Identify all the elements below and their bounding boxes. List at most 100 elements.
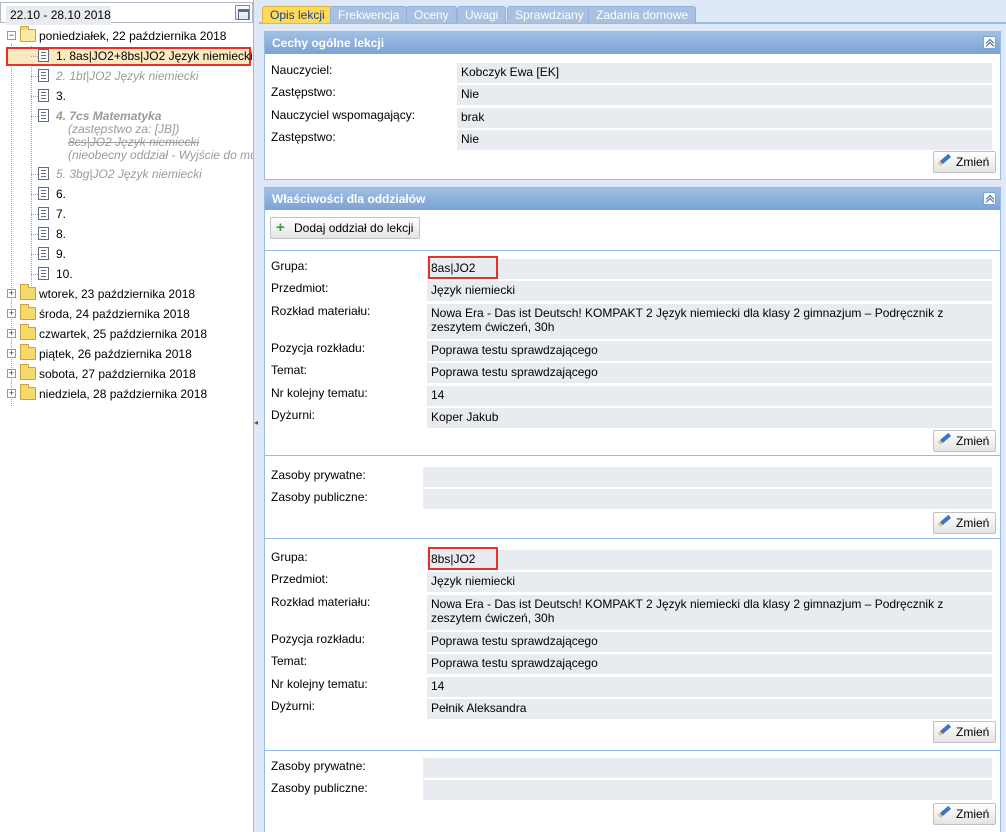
- expand-icon[interactable]: +: [7, 289, 16, 298]
- tree-connector: [31, 56, 38, 57]
- tree-day-friday[interactable]: + piątek, 26 października 2018: [0, 344, 253, 364]
- document-icon: [38, 109, 49, 122]
- collapse-icon[interactable]: −: [7, 31, 16, 40]
- field-label: Temat:: [271, 363, 308, 377]
- subject-value: Język niemiecki: [427, 281, 992, 301]
- document-icon: [38, 49, 49, 62]
- document-icon: [38, 89, 49, 102]
- calendar-icon[interactable]: [235, 5, 250, 20]
- expand-icon[interactable]: +: [7, 309, 16, 318]
- tree-connector: [31, 214, 38, 215]
- tree-lesson-label: 5. 3bg|JO2 Język niemiecki: [56, 167, 202, 181]
- field-label: Pozycja rozkładu:: [271, 632, 366, 646]
- tree-day-monday[interactable]: − poniedziałek, 22 października 2018: [0, 26, 253, 46]
- tree-day-label: poniedziałek, 22 października 2018: [39, 29, 227, 43]
- tree-connector: [31, 76, 38, 77]
- expand-icon[interactable]: +: [7, 349, 16, 358]
- tree-lesson-8[interactable]: 8.: [0, 224, 253, 244]
- duty-students-value: Koper Jakub: [427, 408, 992, 428]
- tab-bar: Opis lekcji Frekwencja Oceny Uwagi Spraw…: [259, 0, 1006, 24]
- divisions-panel: Właściwości dla oddziałów + Dodaj oddzia…: [264, 187, 1001, 832]
- tab-oceny[interactable]: Oceny: [406, 6, 457, 23]
- edit-button-label: Zmień: [956, 155, 990, 169]
- tree-day-wednesday[interactable]: + środa, 24 października 2018: [0, 304, 253, 324]
- pencil-icon: [940, 514, 951, 526]
- tree-day-tuesday[interactable]: + wtorek, 23 października 2018: [0, 284, 253, 304]
- assistant-teacher-value: brak: [457, 108, 992, 128]
- edit-button[interactable]: Zmień: [933, 430, 997, 452]
- folder-icon: [20, 364, 36, 380]
- document-icon: [38, 69, 49, 82]
- edit-button[interactable]: Zmień: [933, 721, 997, 743]
- curriculum-value: Nowa Era - Das ist Deutsch! KOMPAKT 2 Ję…: [427, 595, 992, 630]
- subject-value: Język niemiecki: [427, 572, 992, 592]
- tree-lesson-2[interactable]: 2. 1bt|JO2 Język niemiecki: [0, 66, 253, 86]
- tab-uwagi[interactable]: Uwagi: [457, 6, 507, 23]
- absence-note: (nieobecny oddział - Wyjście do muze: [68, 148, 254, 162]
- edit-button[interactable]: Zmień: [933, 151, 997, 173]
- folder-icon: [20, 384, 36, 400]
- tree-day-label: piątek, 26 października 2018: [39, 347, 192, 361]
- tab-frekwencja[interactable]: Frekwencja: [330, 6, 408, 23]
- tree-day-saturday[interactable]: + sobota, 27 października 2018: [0, 364, 253, 384]
- field-label: Nr kolejny tematu:: [271, 386, 368, 400]
- tab-zadania-domowe[interactable]: Zadania domowe: [588, 6, 697, 23]
- folder-open-icon: [20, 26, 36, 42]
- folder-icon: [20, 344, 36, 360]
- tree-connector: [31, 194, 38, 195]
- divider: [265, 250, 1000, 251]
- document-icon: [38, 267, 49, 280]
- group-highlight: [428, 547, 498, 570]
- field-label: Dyżurni:: [271, 408, 316, 422]
- collapse-panel-icon[interactable]: [983, 192, 996, 205]
- add-division-button[interactable]: + Dodaj oddział do lekcji: [270, 217, 421, 239]
- tab-opis-lekcji[interactable]: Opis lekcji: [262, 6, 333, 23]
- document-icon: [38, 247, 49, 260]
- tree-lesson-6[interactable]: 6.: [0, 184, 253, 204]
- field-label: Zasoby publiczne:: [271, 781, 368, 795]
- tree-lesson-4[interactable]: 4. 7cs Matematyka (zastępstwo za: [JB]) …: [0, 106, 253, 164]
- curriculum-value: Nowa Era - Das ist Deutsch! KOMPAKT 2 Ję…: [427, 304, 992, 339]
- tree-lesson-1[interactable]: 1. 8as|JO2+8bs|JO2 Język niemiecki: [0, 46, 253, 66]
- public-resources-value: [423, 489, 992, 509]
- curriculum-position-value: Poprawa testu sprawdzającego: [427, 632, 992, 652]
- tree-lesson-7[interactable]: 7.: [0, 204, 253, 224]
- field-label: Grupa:: [271, 550, 308, 564]
- date-range-field[interactable]: 22.10 - 28.10 2018: [0, 2, 253, 25]
- divider: [265, 538, 1000, 539]
- edit-button[interactable]: Zmień: [933, 512, 997, 534]
- tree-lesson-label: 2. 1bt|JO2 Język niemiecki: [56, 69, 199, 83]
- edit-button[interactable]: Zmień: [933, 803, 997, 825]
- tree-lesson-label: 7.: [56, 207, 67, 221]
- topic-number-value: 14: [427, 386, 992, 406]
- topic-value: Poprawa testu sprawdzającego: [427, 654, 992, 674]
- tree-connector: [31, 274, 38, 275]
- tree-lesson-3[interactable]: 3.: [0, 86, 253, 106]
- substitution-note: (zastępstwo za: [JB]): [68, 122, 180, 136]
- tree-lesson-label: 9.: [56, 247, 67, 261]
- tree-lesson-label: 6.: [56, 187, 67, 201]
- tree-lesson-10[interactable]: 10.: [0, 264, 253, 284]
- tree-lesson-9[interactable]: 9.: [0, 244, 253, 264]
- pencil-icon: [940, 153, 951, 165]
- group-highlight: [428, 256, 498, 279]
- tree-day-label: sobota, 27 października 2018: [39, 367, 196, 381]
- expand-icon[interactable]: +: [7, 369, 16, 378]
- field-label: Temat:: [271, 654, 308, 668]
- tab-sprawdziany[interactable]: Sprawdziany: [507, 6, 592, 23]
- expand-icon[interactable]: +: [7, 329, 16, 338]
- collapse-panel-icon[interactable]: [983, 36, 996, 49]
- tree-connector: [31, 234, 38, 235]
- divisions-panel-header: Właściwości dla oddziałów: [265, 188, 1000, 210]
- document-icon: [38, 227, 49, 240]
- field-label: Nr kolejny tematu:: [271, 677, 368, 691]
- expand-icon[interactable]: +: [7, 389, 16, 398]
- tree-lesson-5[interactable]: 5. 3bg|JO2 Język niemiecki: [0, 164, 253, 184]
- panel-title: Właściwości dla oddziałów: [272, 192, 426, 206]
- document-icon: [38, 207, 49, 220]
- duty-students-value: Pełnik Aleksandra: [427, 699, 992, 719]
- tree-day-thursday[interactable]: + czwartek, 25 października 2018: [0, 324, 253, 344]
- tree-day-sunday[interactable]: + niedziela, 28 października 2018: [0, 384, 253, 404]
- collapse-left-icon[interactable]: ◂: [254, 418, 258, 427]
- folder-icon: [20, 324, 36, 340]
